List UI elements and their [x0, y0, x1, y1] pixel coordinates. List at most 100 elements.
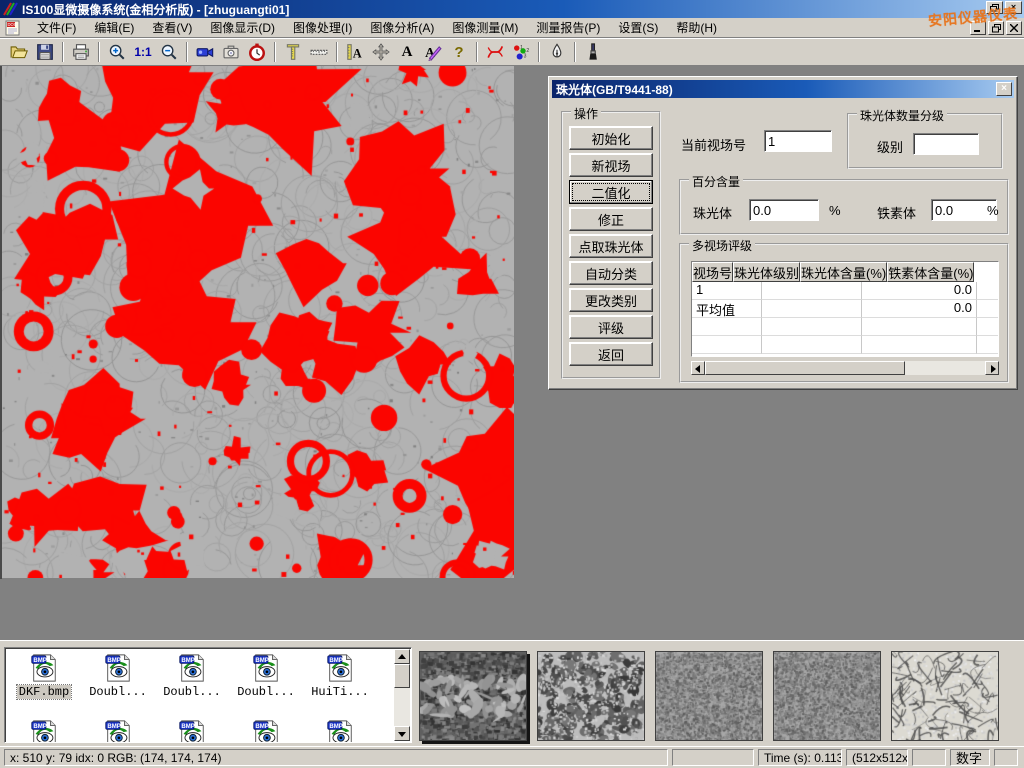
file-item[interactable]: BMP Doubl... [81, 650, 155, 716]
pen-icon[interactable] [544, 40, 570, 64]
scroll-right-icon[interactable] [985, 361, 999, 375]
column-header[interactable]: 珠光体含量(%) [800, 262, 887, 282]
ruler-label-icon[interactable]: A [342, 40, 368, 64]
metallograph-image[interactable] [0, 66, 516, 579]
scroll-up-icon[interactable] [394, 649, 410, 664]
menu-item[interactable]: 测量报告(P) [527, 17, 609, 38]
brush-icon[interactable] [580, 40, 606, 64]
current-field-input[interactable] [764, 130, 832, 152]
operation-button[interactable]: 新视场 [569, 153, 653, 177]
file-name[interactable]: Doubl... [235, 685, 297, 699]
classify-points-icon[interactable]: 123 [508, 40, 534, 64]
file-item[interactable]: BMP Doubl... [229, 650, 303, 716]
scroll-down-icon[interactable] [394, 726, 410, 741]
pearlite-percent-input[interactable] [749, 199, 819, 221]
column-header[interactable]: 视场号 [692, 262, 733, 282]
file-item[interactable]: BMP DKF.bmp [7, 650, 81, 716]
help-icon[interactable]: ? [446, 40, 472, 64]
vertical-ruler-icon[interactable] [280, 40, 306, 64]
file-name[interactable]: DKF.bmp [17, 685, 71, 699]
camera-icon[interactable] [218, 40, 244, 64]
menu-item[interactable]: 图像处理(I) [284, 17, 361, 38]
menu-item[interactable]: 图像显示(D) [201, 17, 284, 38]
operation-button[interactable]: 自动分类 [569, 261, 653, 285]
thumbnail-1[interactable] [419, 651, 527, 741]
table-row[interactable]: 1 0.0 [692, 282, 999, 300]
field-number-cell: 1 [692, 282, 762, 300]
bmp-file-icon: BMP [177, 653, 207, 683]
horizontal-ruler-icon[interactable] [306, 40, 332, 64]
menu-item[interactable]: 查看(V) [143, 17, 201, 38]
column-header[interactable]: 铁素体含量(%) [887, 262, 974, 282]
window-title: IS100显微摄像系统(金相分析版) - [zhuguangti01] [22, 1, 289, 18]
file-name[interactable]: HuiTi... [309, 685, 371, 699]
svg-text:2: 2 [526, 48, 529, 54]
clock-icon[interactable] [244, 40, 270, 64]
status-position: x: 510 y: 79 idx: 0 RGB: (174, 174, 174) [4, 749, 668, 766]
thumbnail-4[interactable] [773, 651, 881, 741]
thumbnail-3[interactable] [655, 651, 763, 741]
file-item[interactable]: BMP [303, 716, 377, 742]
operation-button[interactable]: 初始化 [569, 126, 653, 150]
table-horizontal-scrollbar[interactable] [691, 361, 999, 375]
menu-item[interactable]: 图像测量(M) [443, 17, 527, 38]
ferrite-label: 铁素体 [877, 203, 916, 222]
scrollbar-track[interactable] [905, 361, 985, 375]
level-input[interactable] [913, 133, 979, 155]
pearlite-unit: % [829, 203, 841, 218]
operation-button[interactable]: 二值化 [569, 180, 653, 204]
move-icon[interactable] [368, 40, 394, 64]
bmp-file-icon: BMP [251, 719, 281, 742]
menu-item[interactable]: 文件(F) [28, 17, 85, 38]
file-item[interactable]: BMP [229, 716, 303, 742]
menu-item[interactable]: 帮助(H) [667, 17, 726, 38]
menu-item[interactable]: 设置(S) [609, 17, 667, 38]
zoom-in-icon[interactable] [104, 40, 130, 64]
actual-size-icon[interactable]: 1:1 [130, 40, 156, 64]
scrollbar-thumb[interactable] [394, 664, 410, 688]
gallery-panel: BMP DKF.bmp [0, 640, 1024, 746]
bmp-file-icon: BMP [325, 719, 355, 742]
operation-button[interactable]: 点取珠光体 [569, 234, 653, 258]
open-icon[interactable] [6, 40, 32, 64]
grading-group-label: 珠光体数量分级 [857, 107, 947, 124]
scroll-left-icon[interactable] [691, 361, 705, 375]
table-row[interactable]: 平均值 0.0 [692, 300, 999, 318]
toolbar-separator [538, 42, 540, 62]
operation-button[interactable]: 更改类别 [569, 288, 653, 312]
save-icon[interactable] [32, 40, 58, 64]
file-list-scrollbar[interactable] [394, 649, 410, 741]
thumbnail-2[interactable] [537, 651, 645, 741]
file-item[interactable]: BMP HuiTi... [303, 650, 377, 716]
table-row[interactable] [692, 318, 999, 336]
percent-group: 百分含量 珠光体 % 铁素体 % [679, 179, 1009, 235]
file-item[interactable]: BMP [81, 716, 155, 742]
dialog-close-icon[interactable]: × [996, 82, 1012, 96]
operation-button[interactable]: 返回 [569, 342, 653, 366]
menu-item[interactable]: 图像分析(A) [361, 17, 443, 38]
video-camera-icon[interactable] [192, 40, 218, 64]
curve-tool-icon[interactable] [482, 40, 508, 64]
text-edit-icon[interactable]: A [420, 40, 446, 64]
file-name[interactable]: Doubl... [161, 685, 223, 699]
thumbnail-5[interactable] [891, 651, 999, 741]
zoom-out-icon[interactable] [156, 40, 182, 64]
file-item[interactable]: BMP [155, 716, 229, 742]
scrollbar-thumb[interactable] [705, 361, 905, 375]
menu-item[interactable]: 编辑(E) [85, 17, 143, 38]
table-row[interactable] [692, 336, 999, 354]
rating-table[interactable]: 视场号珠光体级别珠光体含量(%)铁素体含量(%) 1 0.0 [691, 261, 999, 357]
ferrite-unit: % [987, 203, 999, 218]
column-header[interactable]: 珠光体级别 [733, 262, 800, 282]
dialog-title-bar[interactable]: 珠光体(GB/T9441-88) × [552, 80, 1014, 98]
metallograph-canvas[interactable] [2, 66, 514, 578]
file-item[interactable]: BMP [7, 716, 81, 742]
file-name[interactable]: Doubl... [87, 685, 149, 699]
ferrite-content-cell [977, 318, 999, 336]
pearlite-level-cell [762, 318, 862, 336]
text-icon[interactable]: A [394, 40, 420, 64]
operation-button[interactable]: 修正 [569, 207, 653, 231]
print-icon[interactable] [68, 40, 94, 64]
file-item[interactable]: BMP Doubl... [155, 650, 229, 716]
operation-button[interactable]: 评级 [569, 315, 653, 339]
